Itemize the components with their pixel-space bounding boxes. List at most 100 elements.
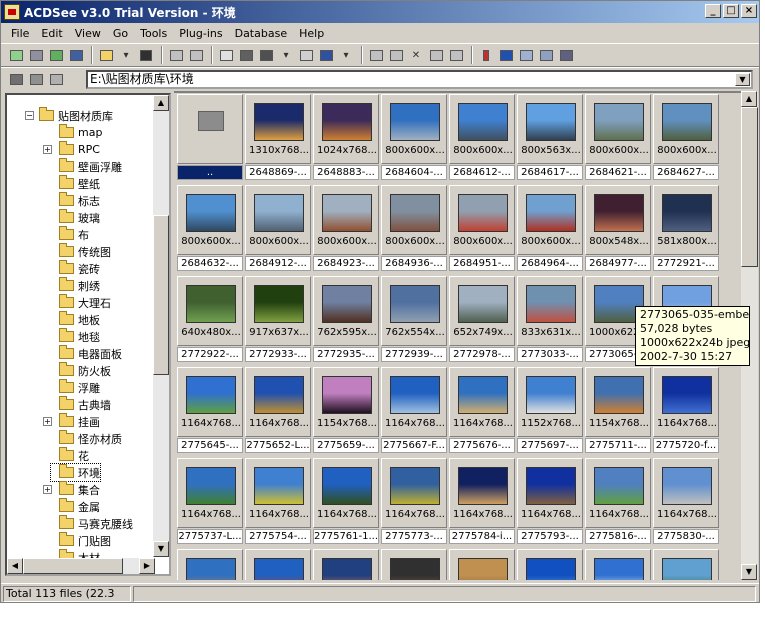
thumbnail-item[interactable]: 800x600x... 2684951-... [448,185,515,274]
view-small-icons-icon[interactable] [537,47,555,63]
thumbnail-tile[interactable]: 1164x768... [381,458,447,528]
camera-icon[interactable] [257,47,275,63]
tree-scroll-up-icon[interactable]: ▲ [153,95,169,111]
print-icon[interactable] [297,47,315,63]
thumbnail-tile[interactable]: 800x600x... [381,185,447,255]
tree-item[interactable]: 壁纸 [51,175,100,192]
folders-pane-icon[interactable] [7,72,25,88]
thumbnail-item[interactable]: 1164x768... 2775667-F... [380,367,447,456]
delete-icon[interactable]: ✕ [407,47,425,63]
thumbnail-item[interactable]: 800x600x... 2684964-... [516,185,583,274]
menu-tools[interactable]: Tools [134,27,173,40]
thumbnail-item[interactable]: 800x600x... 2684621-... [584,94,651,183]
folder-icon[interactable] [97,47,115,63]
thumbnail-item[interactable]: 800x600x... 2684912-... [244,185,311,274]
thumbnail-item[interactable] [652,549,719,580]
thumbnail-item[interactable]: 800x600x... 2684627-... [652,94,719,183]
thumbnail-tile[interactable]: 800x600x... [313,185,379,255]
thumbnail-tile[interactable]: 917x637x... [245,276,311,346]
thumbnail-item[interactable]: 762x595x... 2772935-... [312,276,379,365]
address-dropdown-icon[interactable]: ▼ [735,73,750,86]
thumbnail-tile[interactable]: 1310x768... [245,94,311,164]
thumbnail-tile[interactable]: 762x554x... [381,276,447,346]
thumbnail-tile[interactable]: 800x600x... [653,94,719,164]
tree-item[interactable]: 标志 [51,192,100,209]
thumbnail-item[interactable] [176,549,243,580]
thumbnail-item[interactable]: 800x600x... 2684632-... [176,185,243,274]
thumbnail-item[interactable]: 1164x768... 2775830-... [652,458,719,547]
tree-item[interactable]: 布 [51,226,89,243]
thumbnail-item[interactable]: 800x548x... 2684977-... [584,185,651,274]
thumbnail-tile[interactable]: 800x600x... [245,185,311,255]
thumbnail-tile[interactable]: 1164x768... [177,458,243,528]
thumbnail-item[interactable]: 917x637x... 2772933-... [244,276,311,365]
menu-view[interactable]: View [69,27,107,40]
tree-item[interactable]: 金属 [51,498,100,515]
thumbnail-tile[interactable] [245,549,311,580]
thumbnail-item[interactable] [448,549,515,580]
tree-item[interactable]: 古典墙 [51,396,111,413]
thumbnail-tile[interactable] [313,549,379,580]
thumbnail-tile[interactable]: 1164x768... [585,458,651,528]
thumbnail-item[interactable]: 1164x768... 2775816-... [584,458,651,547]
view-large-icons-icon[interactable] [517,47,535,63]
thumbnail-tile[interactable]: 1164x768... [449,458,515,528]
scroll-up-icon[interactable]: ▲ [741,91,757,107]
dropdown-arrow3-icon[interactable]: ▾ [337,47,355,63]
thumbnail-tile[interactable]: 652x749x... [449,276,515,346]
menu-file[interactable]: File [5,27,35,40]
tree-item[interactable]: + 挂画 [43,413,100,430]
thumbnail-item[interactable] [516,549,583,580]
menu-database[interactable]: Database [229,27,294,40]
thumbnail-item[interactable]: 1164x768... 2775720-f... [652,367,719,456]
menu-go[interactable]: Go [107,27,134,40]
thumbnail-item[interactable]: 1164x768... 2775652-L... [244,367,311,456]
binoculars-icon[interactable] [137,47,155,63]
thumbnail-tile[interactable]: 800x600x... [449,185,515,255]
thumbnail-item[interactable]: 762x554x... 2772939-... [380,276,447,365]
export-icon[interactable] [317,47,335,63]
title-bar[interactable]: ACDSee v3.0 Trial Version - 环境 _ □ × [1,1,759,23]
tree-item[interactable]: 电器面板 [51,345,122,362]
thumbnail-item[interactable]: 1164x768... 2775676-... [448,367,515,456]
thumbnail-tile[interactable]: 800x600x... [449,94,515,164]
thumbnail-tile[interactable]: 1154x768... [585,367,651,437]
close-button[interactable]: × [741,4,757,18]
thumbnail-tile[interactable]: 581x800x... [653,185,719,255]
thumbnail-tile[interactable]: 762x595x... [313,276,379,346]
acdsee-app-icon[interactable] [4,4,20,20]
tree-item[interactable]: 玻璃 [51,209,100,226]
tree-item[interactable]: + RPC [43,141,100,158]
thumbnail-tile[interactable] [517,549,583,580]
thumbnail-item[interactable]: 833x631x... 2773033-... [516,276,583,365]
expand-icon[interactable]: + [43,417,52,426]
view-details-icon[interactable] [557,47,575,63]
tree-scroll-down-icon[interactable]: ▼ [153,541,169,557]
thumbnail-item[interactable]: 1164x768... 2775754-... [244,458,311,547]
thumbnail-item[interactable]: 1164x768... 2775784-i... [448,458,515,547]
thumbnail-item[interactable]: 800x600x... 2684936-... [380,185,447,274]
thumbnail-tile[interactable]: 1024x768... [313,94,379,164]
thumbnail-tile[interactable] [449,549,515,580]
thumbnail-tile[interactable] [381,549,447,580]
link2-icon[interactable] [187,47,205,63]
acquire-icon[interactable] [237,47,255,63]
thumbnail-item[interactable] [380,549,447,580]
tree-item[interactable]: 地毯 [51,328,100,345]
link-icon[interactable] [167,47,185,63]
thumbnail-item[interactable]: 1152x768... 2775697-... [516,367,583,456]
thumbnail-item[interactable]: 1154x768... 2775711-... [584,367,651,456]
thumbnail-tile[interactable]: 800x548x... [585,185,651,255]
tree-scroll-thumb[interactable] [153,215,169,375]
thumbnail-item[interactable]: 800x600x... 2684612-... [448,94,515,183]
thumbnail-item[interactable]: 800x600x... 2684923-... [312,185,379,274]
thumbnail-tile[interactable]: 640x480x... [177,276,243,346]
tree-item[interactable]: 传统图 [51,243,111,260]
scroll-down-icon[interactable]: ▼ [741,564,757,580]
collapse-icon[interactable]: − [25,111,34,120]
thumbnail-tile[interactable]: 800x600x... [381,94,447,164]
thumbnail-item[interactable]: 1310x768... 2648869-... [244,94,311,183]
thumbnail-item[interactable]: 800x600x... 2684604-... [380,94,447,183]
expand-icon[interactable]: + [43,485,52,494]
tree-item[interactable]: 瓷砖 [51,260,100,277]
